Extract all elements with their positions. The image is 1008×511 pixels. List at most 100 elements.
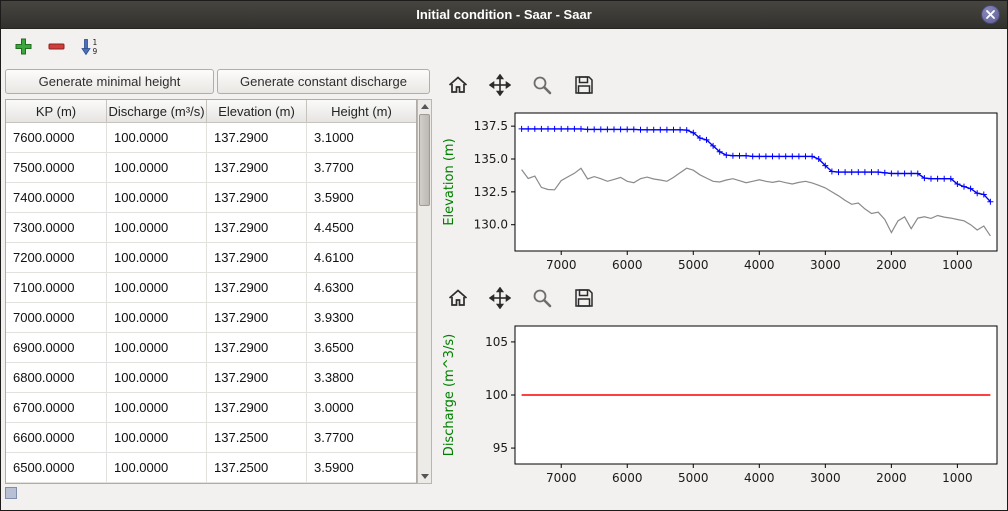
svg-text:Discharge (m^3/s): Discharge (m^3/s) (442, 334, 457, 456)
svg-text:6000: 6000 (612, 471, 643, 485)
column-header-kp[interactable]: KP (m) (6, 100, 107, 123)
remove-row-button[interactable] (43, 34, 69, 60)
add-row-button[interactable] (10, 34, 36, 60)
table-cell[interactable]: 4.4500 (307, 213, 416, 243)
titlebar: Initial condition - Saar - Saar (1, 1, 1007, 29)
table-cell[interactable]: 7300.0000 (6, 213, 107, 243)
column-header-discharge[interactable]: Discharge (m³/s) (107, 100, 207, 123)
table-cell[interactable]: 4.6300 (307, 273, 416, 303)
sort-button[interactable]: 1 9 (76, 34, 102, 60)
table-cell[interactable]: 3.7700 (307, 423, 416, 453)
table-scrollbar[interactable] (417, 99, 432, 484)
table-cell[interactable]: 137.2500 (207, 453, 307, 483)
column-header-height[interactable]: Height (m) (307, 100, 416, 123)
table-row[interactable]: 6900.0000100.0000137.29003.6500 (6, 333, 416, 363)
table-cell[interactable]: 100.0000 (107, 123, 207, 153)
table-row[interactable]: 6700.0000100.0000137.29003.0000 (6, 393, 416, 423)
table-row[interactable]: 7600.0000100.0000137.29003.1000 (6, 123, 416, 153)
discharge-plot[interactable]: 700060005000400030002000100095100105Disc… (437, 316, 1003, 496)
svg-text:4000: 4000 (744, 471, 775, 485)
zoom-button[interactable] (529, 72, 555, 98)
table-cell[interactable]: 3.0000 (307, 393, 416, 423)
table-cell[interactable]: 100.0000 (107, 333, 207, 363)
pan-button[interactable] (487, 285, 513, 311)
table-cell[interactable]: 100.0000 (107, 183, 207, 213)
zoom-button[interactable] (529, 285, 555, 311)
table-cell[interactable]: 137.2900 (207, 303, 307, 333)
table-cell[interactable]: 3.5900 (307, 453, 416, 483)
table-cell[interactable]: 100.0000 (107, 213, 207, 243)
generate-minimal-height-button[interactable]: Generate minimal height (5, 69, 214, 94)
table-cell[interactable]: 3.1000 (307, 123, 416, 153)
svg-text:7000: 7000 (546, 471, 577, 485)
table-row[interactable]: 7000.0000100.0000137.29003.9300 (6, 303, 416, 333)
pan-button[interactable] (487, 72, 513, 98)
table-cell[interactable]: 137.2900 (207, 123, 307, 153)
svg-text:1000: 1000 (942, 471, 973, 485)
save-button[interactable] (571, 72, 597, 98)
table-cell[interactable]: 7400.0000 (6, 183, 107, 213)
table-cell[interactable]: 6800.0000 (6, 363, 107, 393)
table-cell[interactable]: 100.0000 (107, 243, 207, 273)
scroll-down-button[interactable] (418, 470, 431, 483)
table-cell[interactable]: 100.0000 (107, 363, 207, 393)
table-cell[interactable]: 100.0000 (107, 393, 207, 423)
table-cell[interactable]: 4.6100 (307, 243, 416, 273)
table-cell[interactable]: 3.5900 (307, 183, 416, 213)
table-row[interactable]: 7200.0000100.0000137.29004.6100 (6, 243, 416, 273)
table-cell[interactable]: 137.2900 (207, 333, 307, 363)
table-row[interactable]: 6500.0000100.0000137.25003.5900 (6, 453, 416, 483)
table-cell[interactable]: 7000.0000 (6, 303, 107, 333)
table-cell[interactable]: 100.0000 (107, 453, 207, 483)
table-row[interactable]: 7500.0000100.0000137.29003.7700 (6, 153, 416, 183)
home-icon (447, 287, 469, 309)
svg-text:2000: 2000 (876, 258, 907, 272)
table-cell[interactable]: 137.2900 (207, 213, 307, 243)
save-button[interactable] (571, 285, 597, 311)
pan-icon (489, 74, 511, 96)
table-cell[interactable]: 137.2900 (207, 273, 307, 303)
table-cell[interactable]: 137.2900 (207, 393, 307, 423)
generate-constant-discharge-button[interactable]: Generate constant discharge (217, 69, 430, 94)
svg-text:1000: 1000 (942, 258, 973, 272)
table-cell[interactable]: 100.0000 (107, 273, 207, 303)
table-cell[interactable]: 6900.0000 (6, 333, 107, 363)
table-cell[interactable]: 7500.0000 (6, 153, 107, 183)
table-cell[interactable]: 7600.0000 (6, 123, 107, 153)
svg-text:7000: 7000 (546, 258, 577, 272)
table-row[interactable]: 7300.0000100.0000137.29004.4500 (6, 213, 416, 243)
window: Initial condition - Saar - Saar 1 9 (0, 0, 1008, 511)
home-button[interactable] (445, 72, 471, 98)
table-cell[interactable]: 7100.0000 (6, 273, 107, 303)
home-button[interactable] (445, 285, 471, 311)
table-row[interactable]: 6800.0000100.0000137.29003.3800 (6, 363, 416, 393)
table-row[interactable]: 7400.0000100.0000137.29003.5900 (6, 183, 416, 213)
scroll-thumb[interactable] (419, 114, 430, 206)
table-cell[interactable]: 137.2900 (207, 243, 307, 273)
table-cell[interactable]: 3.3800 (307, 363, 416, 393)
table-cell[interactable]: 100.0000 (107, 423, 207, 453)
table-cell[interactable]: 137.2900 (207, 183, 307, 213)
table-cell[interactable]: 6500.0000 (6, 453, 107, 483)
table-cell[interactable]: 137.2900 (207, 153, 307, 183)
scroll-up-button[interactable] (418, 100, 431, 113)
table-row[interactable]: 7100.0000100.0000137.29004.6300 (6, 273, 416, 303)
table-cell[interactable]: 3.7700 (307, 153, 416, 183)
close-button[interactable] (981, 5, 1000, 24)
table-cell[interactable]: 100.0000 (107, 303, 207, 333)
sort-icon: 1 9 (80, 38, 99, 56)
initial-condition-table: KP (m) Discharge (m³/s) Elevation (m) He… (5, 99, 417, 484)
svg-text:132.5: 132.5 (474, 185, 508, 199)
table-cell[interactable]: 137.2900 (207, 363, 307, 393)
table-cell[interactable]: 3.6500 (307, 333, 416, 363)
zoom-icon (531, 287, 553, 309)
elevation-plot[interactable]: 7000600050004000300020001000130.0132.513… (437, 103, 1003, 283)
table-cell[interactable]: 100.0000 (107, 153, 207, 183)
table-row[interactable]: 6600.0000100.0000137.25003.7700 (6, 423, 416, 453)
table-cell[interactable]: 7200.0000 (6, 243, 107, 273)
table-cell[interactable]: 137.2500 (207, 423, 307, 453)
table-cell[interactable]: 3.9300 (307, 303, 416, 333)
table-cell[interactable]: 6700.0000 (6, 393, 107, 423)
column-header-elevation[interactable]: Elevation (m) (207, 100, 307, 123)
table-cell[interactable]: 6600.0000 (6, 423, 107, 453)
